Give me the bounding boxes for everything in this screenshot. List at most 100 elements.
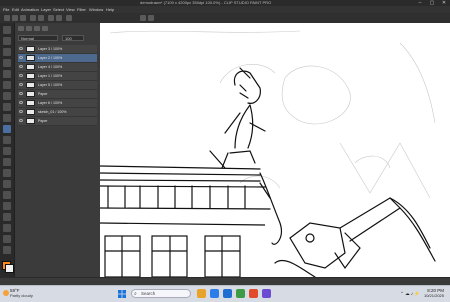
layer-thumbnail (26, 100, 35, 106)
eye-icon[interactable] (19, 92, 23, 95)
layer-name: Layer 3 / 100% (38, 47, 63, 51)
layer-name: Layer 2 / 100% (38, 56, 63, 60)
layer-thumbnail (26, 91, 35, 97)
taskbar-search[interactable]: ⌕ Search (131, 289, 191, 298)
figure-tool-icon[interactable] (3, 202, 11, 210)
layer-thumbnail (26, 64, 35, 70)
selection-tool-icon[interactable] (3, 70, 11, 78)
taskbar-clock[interactable]: 8:20 PM 10/21/2025 (424, 288, 444, 298)
eye-icon[interactable] (19, 74, 23, 77)
eye-icon[interactable] (19, 65, 23, 68)
assets-icon[interactable] (148, 15, 154, 21)
weather-condition: Partly cloudy (10, 293, 33, 298)
layer-name: Layer 5 / 100% (38, 83, 63, 87)
decoration-tool-icon[interactable] (3, 147, 11, 155)
blend-tool-icon[interactable] (3, 169, 11, 177)
layer-row[interactable]: Layer 1 / 100% (18, 72, 97, 81)
toolbox (0, 23, 15, 277)
layer-row[interactable]: Layer 4 / 100% (18, 63, 97, 72)
new-layer-icon[interactable] (18, 26, 24, 31)
layer-thumbnail (26, 82, 35, 88)
brush-tool-icon[interactable] (3, 125, 11, 133)
redo-icon[interactable] (38, 15, 44, 21)
menu-bar: File Edit Animation Layer Select View Fi… (0, 6, 450, 13)
layer-name: Paper (38, 92, 48, 96)
layer-opacity-field[interactable]: 100 (62, 35, 84, 41)
menu-filter[interactable]: Filter (77, 6, 86, 13)
layer-row[interactable]: sketch_01 / 100% (18, 108, 97, 117)
layer-row[interactable]: Paper (18, 117, 97, 126)
layer-name: Paper (38, 119, 48, 123)
clip-studio-icon[interactable] (249, 289, 258, 298)
layer-row[interactable]: Layer 2 / 100% (18, 54, 97, 63)
new-folder-icon[interactable] (26, 26, 32, 31)
layer-name: Layer 6 / 100% (38, 101, 63, 105)
clock-date: 10/21/2025 (423, 293, 444, 298)
background-color-swatch[interactable] (5, 264, 14, 273)
new-icon[interactable] (4, 15, 10, 21)
eye-icon[interactable] (19, 119, 23, 122)
text-tool-icon[interactable] (3, 235, 11, 243)
blend-mode-select[interactable]: Normal (18, 35, 58, 41)
app-icon[interactable] (262, 289, 271, 298)
menu-window[interactable]: Window (89, 6, 103, 13)
canvas-area[interactable] (100, 23, 450, 277)
menu-edit[interactable]: Edit (12, 6, 19, 13)
menu-view[interactable]: View (66, 6, 75, 13)
eyedropper-tool-icon[interactable] (3, 92, 11, 100)
layer-row[interactable]: Layer 5 / 100% (18, 81, 97, 90)
drawing-canvas[interactable] (100, 23, 450, 277)
layer-row[interactable]: Layer 3 / 100% (18, 45, 97, 54)
layer-thumbnail (26, 118, 35, 124)
clip-layer-icon[interactable] (42, 26, 48, 31)
menu-layer[interactable]: Layer (41, 6, 51, 13)
layer-thumbnail (26, 73, 35, 79)
menu-animation[interactable]: Animation (21, 6, 39, 13)
move-tool-icon[interactable] (3, 37, 11, 45)
menu-select[interactable]: Select (53, 6, 64, 13)
operation-tool-icon[interactable] (3, 48, 11, 56)
layer-panel: Normal 100 Layer 3 / 100% Layer 2 / 100%… (15, 23, 100, 277)
undo-icon[interactable] (30, 15, 36, 21)
delete-layer-icon[interactable] (34, 26, 40, 31)
menu-file[interactable]: File (3, 6, 9, 13)
zoom-tool-icon[interactable] (3, 26, 11, 34)
fill-tool-icon[interactable] (3, 180, 11, 188)
eye-icon[interactable] (19, 110, 23, 113)
menu-help[interactable]: Help (106, 6, 114, 13)
pencil-tool-icon[interactable] (3, 114, 11, 122)
gradient-tool-icon[interactable] (3, 191, 11, 199)
airbrush-tool-icon[interactable] (3, 136, 11, 144)
eye-icon[interactable] (19, 101, 23, 104)
ruler-tool-icon[interactable] (3, 224, 11, 232)
layer-thumbnail (26, 46, 35, 52)
windows-taskbar: 59°F Partly cloudy ⌕ Search ⌃ ☁ ♪ ⚡ 8:20… (0, 285, 450, 302)
layer-row[interactable]: Paper (18, 90, 97, 99)
store-icon[interactable] (236, 289, 245, 298)
move-layer-tool-icon[interactable] (3, 59, 11, 67)
weather-icon (3, 290, 9, 296)
file-explorer-icon[interactable] (197, 289, 206, 298)
open-icon[interactable] (12, 15, 18, 21)
layer-name: Layer 4 / 100% (38, 65, 63, 69)
eraser-tool-icon[interactable] (3, 158, 11, 166)
browser-icon[interactable] (210, 289, 219, 298)
clear-icon[interactable] (48, 15, 54, 21)
transform-icon[interactable] (56, 15, 62, 21)
pen-tool-icon[interactable] (3, 103, 11, 111)
system-tray-icons[interactable]: ⌃ ☁ ♪ ⚡ (400, 291, 420, 297)
frame-tool-icon[interactable] (3, 213, 11, 221)
balloon-tool-icon[interactable] (3, 246, 11, 254)
eye-icon[interactable] (19, 83, 23, 86)
save-icon[interactable] (20, 15, 26, 21)
settings-icon[interactable] (140, 15, 146, 21)
windows-start-icon[interactable] (118, 290, 126, 298)
deselect-icon[interactable] (66, 15, 72, 21)
eye-icon[interactable] (19, 47, 23, 50)
search-icon: ⌕ (134, 291, 137, 297)
mail-icon[interactable] (223, 289, 232, 298)
layer-name: sketch_01 / 100% (38, 110, 67, 114)
layer-row[interactable]: Layer 6 / 100% (18, 99, 97, 108)
auto-select-tool-icon[interactable] (3, 81, 11, 89)
eye-icon[interactable] (19, 56, 23, 59)
